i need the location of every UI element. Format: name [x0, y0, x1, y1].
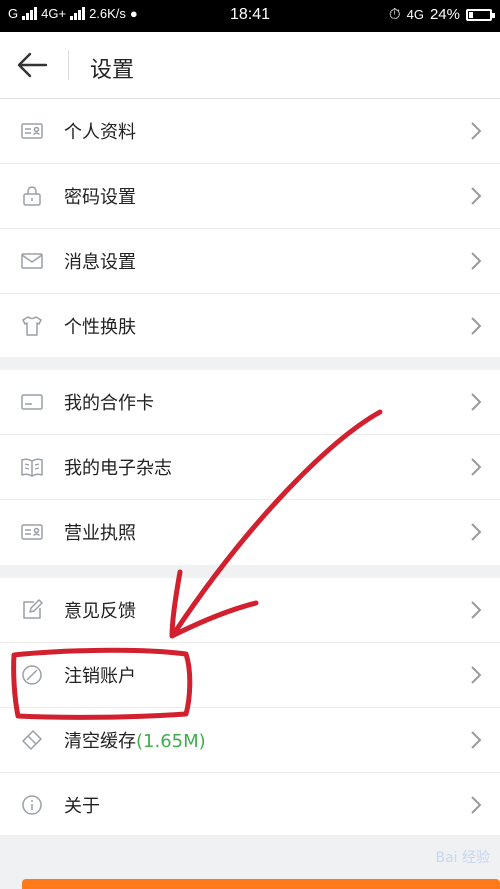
status-bar: G 4G+ 2.6K/s ● 18:41 ⏱ 4G 24% — [0, 0, 500, 32]
row-label: 关于 — [64, 796, 100, 817]
settings-group-2: 我的合作卡 我的电子杂志 营业执照 — [0, 370, 500, 564]
info-icon — [22, 795, 42, 815]
page-title: 设置 — [90, 58, 135, 83]
header-divider — [68, 50, 69, 80]
back-arrow-icon[interactable] — [16, 50, 50, 80]
chevron-right-icon — [471, 666, 482, 684]
row-profile[interactable]: 个人资料 — [0, 99, 500, 164]
chevron-right-icon — [471, 393, 482, 411]
row-clear-cache[interactable]: 清空缓存(1.65M) — [0, 708, 500, 773]
eraser-icon — [22, 730, 42, 750]
row-cancel-account[interactable]: 注销账户 — [0, 643, 500, 708]
chevron-right-icon — [471, 458, 482, 476]
watermark: Bai 经验 — [435, 850, 490, 866]
row-message-settings[interactable]: 消息设置 — [0, 229, 500, 294]
license-icon — [21, 524, 43, 540]
row-label: 密码设置 — [64, 187, 136, 208]
section-gap — [0, 357, 500, 370]
bottom-action-bar[interactable] — [22, 879, 500, 889]
chevron-right-icon — [471, 122, 482, 140]
chevron-right-icon — [471, 601, 482, 619]
edit-icon — [23, 599, 43, 619]
id-card-icon — [21, 123, 43, 139]
book-icon — [21, 458, 43, 477]
row-label: 我的电子杂志 — [64, 458, 172, 479]
row-label: 消息设置 — [64, 252, 136, 273]
envelope-icon — [21, 253, 43, 269]
row-skin[interactable]: 个性换肤 — [0, 294, 500, 358]
row-label: 注销账户 — [64, 666, 136, 687]
row-label: 清空缓存(1.65M) — [64, 727, 206, 753]
network-right-label: 4G — [406, 7, 424, 22]
chevron-right-icon — [471, 317, 482, 335]
cache-size: (1.65M) — [136, 731, 206, 752]
row-label: 个人资料 — [64, 122, 136, 143]
chevron-right-icon — [471, 523, 482, 541]
card-icon — [21, 394, 43, 410]
shirt-icon — [22, 316, 42, 336]
row-cooperation-card[interactable]: 我的合作卡 — [0, 370, 500, 435]
clear-cache-label: 清空缓存 — [64, 731, 136, 752]
battery-icon — [466, 8, 495, 21]
row-e-magazine[interactable]: 我的电子杂志 — [0, 435, 500, 500]
row-password[interactable]: 密码设置 — [0, 164, 500, 229]
row-feedback[interactable]: 意见反馈 — [0, 578, 500, 643]
alarm-icon: ⏱ — [388, 6, 401, 23]
section-gap — [0, 565, 500, 578]
status-right: ⏱ 4G 24% — [388, 6, 495, 23]
battery-percent: 24% — [429, 6, 460, 23]
chevron-right-icon — [471, 252, 482, 270]
header: 设置 — [0, 32, 500, 99]
row-label: 意见反馈 — [64, 601, 136, 622]
cancel-icon — [22, 665, 42, 685]
chevron-right-icon — [471, 187, 482, 205]
row-label: 我的合作卡 — [64, 393, 154, 414]
lock-icon — [23, 186, 41, 206]
settings-group-3: 意见反馈 注销账户 清空缓存(1.65M) 关于 — [0, 578, 500, 837]
row-label: 个性换肤 — [64, 317, 136, 338]
row-label: 营业执照 — [64, 523, 136, 544]
chevron-right-icon — [471, 796, 482, 814]
row-business-license[interactable]: 营业执照 — [0, 500, 500, 564]
row-about[interactable]: 关于 — [0, 773, 500, 837]
settings-group-1: 个人资料 密码设置 消息设置 个性换肤 — [0, 99, 500, 358]
chevron-right-icon — [471, 731, 482, 749]
